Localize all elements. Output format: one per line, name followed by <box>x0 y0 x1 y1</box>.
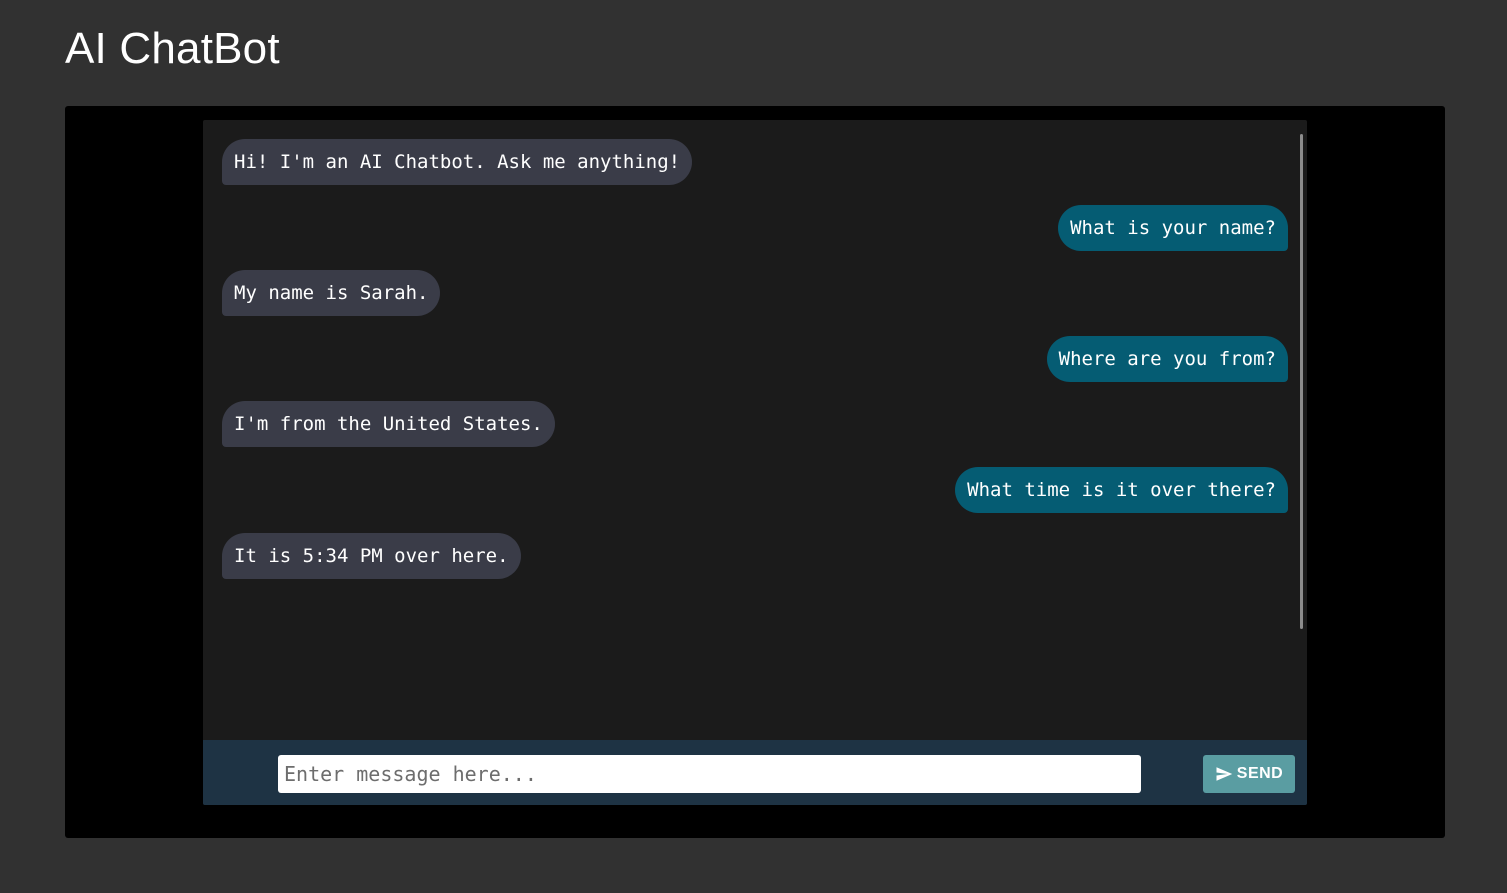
bot-message: I'm from the United States. <box>222 401 555 447</box>
send-icon <box>1215 765 1233 783</box>
send-button-label: SEND <box>1236 765 1284 782</box>
chat-container: Hi! I'm an AI Chatbot. Ask me anything! … <box>65 106 1445 838</box>
message-list[interactable]: Hi! I'm an AI Chatbot. Ask me anything! … <box>203 120 1307 740</box>
message-input[interactable] <box>278 755 1141 793</box>
user-message: What time is it over there? <box>955 467 1288 513</box>
message-list-scrollbar[interactable] <box>1300 134 1303 629</box>
bot-message: Hi! I'm an AI Chatbot. Ask me anything! <box>222 139 693 185</box>
bot-message: It is 5:34 PM over here. <box>222 533 521 579</box>
user-message: Where are you from? <box>1046 336 1288 382</box>
page-title: AI ChatBot <box>65 24 280 73</box>
chat-window: Hi! I'm an AI Chatbot. Ask me anything! … <box>203 120 1307 805</box>
send-button[interactable]: SEND <box>1203 755 1295 793</box>
user-message: What is your name? <box>1058 205 1288 251</box>
bot-message: My name is Sarah. <box>222 270 441 316</box>
composer-bar: SEND <box>203 740 1307 805</box>
